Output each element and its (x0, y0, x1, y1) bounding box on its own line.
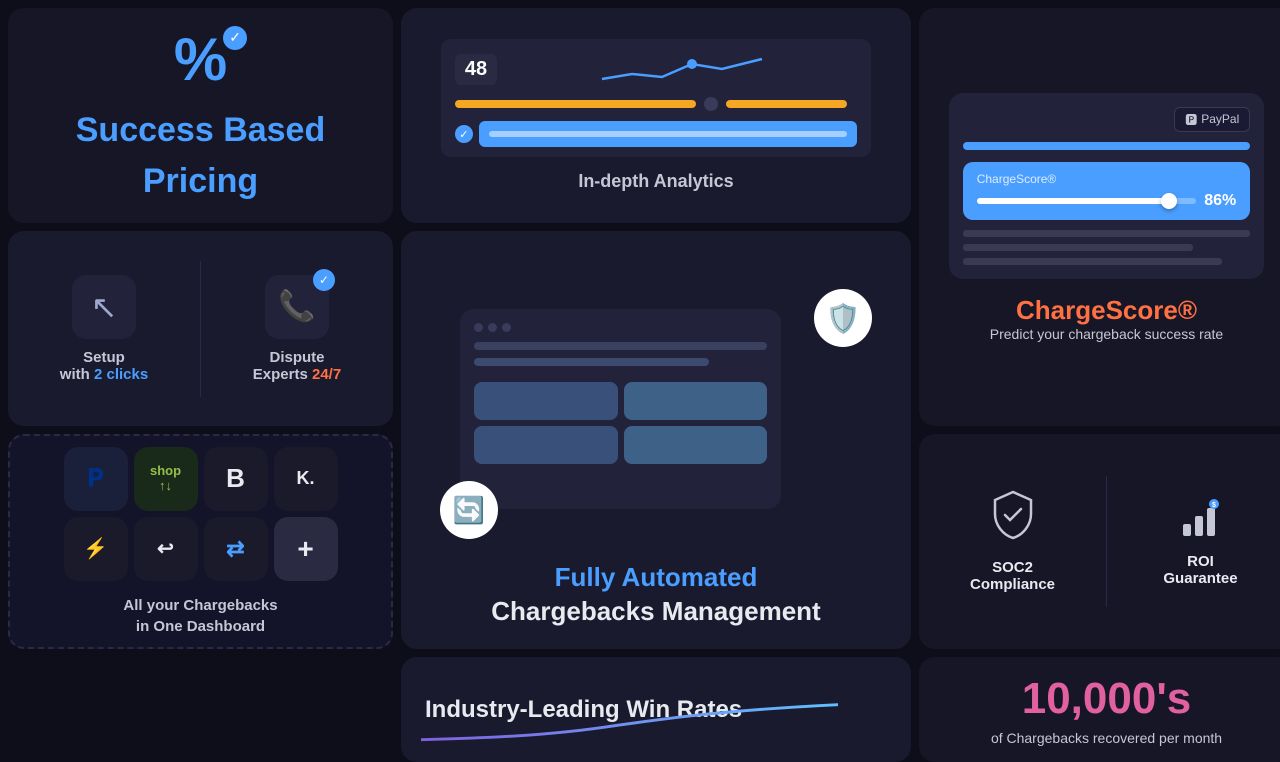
win-curve-chart (421, 698, 838, 748)
thousands-subtitle: of Chargebacks recovered per month (991, 730, 1222, 746)
roi-label: ROIGuarantee (1163, 553, 1237, 587)
chargeback-integration: ↩ (134, 517, 198, 581)
analytics-label: In-depth Analytics (578, 171, 733, 192)
shield-soc-icon (991, 490, 1035, 551)
thousands-card: 10,000's of Chargebacks recovered per mo… (919, 657, 1280, 762)
phone-icon: 📞 (278, 289, 315, 324)
mockup-dots (474, 323, 767, 332)
analytics-number: 48 (455, 54, 497, 85)
pricing-title2: Pricing (143, 161, 258, 202)
cs-slider-row: 86% (977, 192, 1237, 210)
soc2-half: SOC2Compliance (919, 476, 1107, 607)
analytics-chart (507, 49, 857, 89)
dispute-check-badge: ✓ (313, 269, 335, 291)
paypal-icon: 🅿 (1185, 111, 1197, 128)
pricing-card: % ✓ Success Based Pricing (8, 8, 393, 223)
mockup-cards-grid (474, 382, 767, 464)
roi-icon: $ (1179, 496, 1223, 545)
automated-title: Fully Automated Chargebacks Management (491, 561, 820, 629)
check-badge: ✓ (223, 26, 247, 50)
check-badge-analytics: ✓ (455, 125, 473, 143)
chargescore-box: ChargeScore® 86% (963, 162, 1251, 220)
setup-half: ↖ Setup with 2 clicks (8, 261, 201, 397)
analytics-mockup: 48 ✓ (441, 39, 871, 157)
paypal-row: 🅿 PayPal (963, 107, 1251, 132)
dispute-half: 📞 ✓ Dispute Experts 24/7 (201, 261, 393, 397)
arrows-integration: ⇄ (204, 517, 268, 581)
svg-text:$: $ (1212, 502, 1216, 509)
cs-top-bar (963, 142, 1251, 150)
setup-text: Setup with 2 clicks (60, 349, 148, 383)
setup-icon-box: ↖ (72, 275, 136, 339)
chargescore-subtitle: Predict your chargeback success rate (990, 326, 1223, 342)
dashboard-label: All your Chargebacks in One Dashboard (123, 595, 277, 637)
shopify-integration: shop↑↓ (134, 447, 198, 511)
dispute-text: Dispute Experts 24/7 (253, 349, 341, 383)
cs-lines (963, 230, 1251, 265)
paypal-badge: 🅿 PayPal (1174, 107, 1250, 132)
soc2-label: SOC2Compliance (970, 559, 1055, 593)
win-rates-card: Industry-Leading Win Rates (401, 657, 911, 762)
mockup-content (474, 342, 767, 464)
pricing-title: Success Based (76, 110, 326, 151)
cs-slider-thumb (1161, 193, 1177, 209)
dashboard-card: 𝐏 shop↑↓ B K. ⚡ ↩ ⇄ + All your Chargebac… (8, 434, 393, 649)
chargescore-card: 🅿 PayPal ChargeScore® 86% (919, 8, 1280, 426)
automated-card: 🛡️ 🔄 Fully Automated Chargebacks Managem… (401, 231, 911, 649)
percent-icon: % (174, 26, 227, 93)
shield-badge: 🛡️ (814, 289, 872, 347)
cs-slider-fill (977, 198, 1166, 204)
setup-dispute-card: ↖ Setup with 2 clicks 📞 ✓ Dispute Expert… (8, 231, 393, 426)
dispute-icon-box: 📞 ✓ (265, 275, 329, 339)
cs-slider-track (977, 198, 1197, 204)
analytics-card: 48 ✓ In-depth Analytics (401, 8, 911, 223)
roi-half: $ ROIGuarantee (1107, 482, 1280, 601)
stripe-integration: ⚡ (64, 517, 128, 581)
dispute-highlight: 24/7 (312, 366, 341, 383)
braintree-integration: B (204, 447, 268, 511)
soc-roi-card: SOC2Compliance $ ROIGuarantee (919, 434, 1280, 649)
chargescore-mockup: 🅿 PayPal ChargeScore® 86% (949, 93, 1265, 279)
automated-mockup (460, 309, 781, 509)
chargescore-title: ChargeScore® (1016, 295, 1197, 326)
refresh-badge: 🔄 (440, 481, 498, 539)
thousands-number: 10,000's (1022, 674, 1192, 724)
cursor-icon: ↖ (91, 288, 118, 326)
klarna-integration: K. (274, 447, 338, 511)
plus-integration[interactable]: + (274, 517, 338, 581)
paypal-integration: 𝐏 (64, 447, 128, 511)
cs-percent: 86% (1204, 192, 1236, 210)
cs-score-label: ChargeScore® (977, 172, 1237, 186)
setup-highlight: 2 clicks (94, 366, 148, 383)
automated-wrapper: 🛡️ 🔄 (460, 309, 852, 519)
integration-grid: 𝐏 shop↑↓ B K. ⚡ ↩ ⇄ + (64, 447, 338, 581)
paypal-label: PayPal (1201, 112, 1239, 126)
